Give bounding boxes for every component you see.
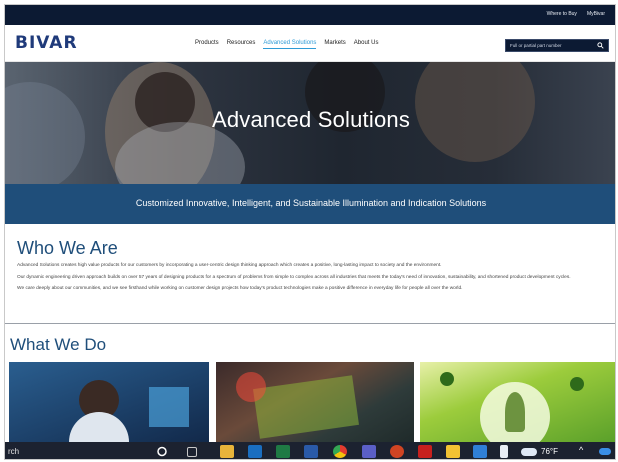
word-icon[interactable] bbox=[304, 445, 318, 458]
acrobat-icon[interactable] bbox=[418, 445, 432, 458]
taskbar-search-text[interactable]: rch bbox=[8, 447, 19, 456]
tagline-band: Customized Innovative, Intelligent, and … bbox=[5, 184, 615, 224]
tagline-text: Customized Innovative, Intelligent, and … bbox=[135, 198, 487, 208]
onedrive-icon[interactable] bbox=[599, 448, 611, 455]
outlook-icon[interactable] bbox=[248, 445, 262, 458]
part-search-box bbox=[505, 39, 609, 52]
teams-icon[interactable] bbox=[362, 445, 376, 458]
where-to-buy-link[interactable]: Where to Buy bbox=[547, 11, 577, 17]
bivar-logo[interactable]: BIVAR bbox=[15, 33, 78, 53]
app-icon[interactable] bbox=[500, 445, 508, 458]
hero-title: Advanced Solutions bbox=[211, 107, 411, 132]
cortana-icon[interactable] bbox=[155, 445, 169, 458]
nav-item-markets[interactable]: Markets bbox=[324, 40, 345, 49]
excel-icon[interactable] bbox=[276, 445, 290, 458]
file-explorer-icon[interactable] bbox=[220, 445, 234, 458]
browser-page: Where to Buy MyBivar BIVAR Products Reso… bbox=[4, 4, 616, 460]
nav-item-products[interactable]: Products bbox=[195, 40, 219, 49]
photos-icon[interactable] bbox=[473, 445, 487, 458]
windows-taskbar: rch 76°F ^ bbox=[5, 442, 615, 459]
service-card-sustainability[interactable] bbox=[420, 362, 615, 442]
search-icon[interactable] bbox=[597, 42, 604, 49]
notes-icon[interactable] bbox=[446, 445, 460, 458]
who-paragraph-2: Our dynamic engineering driven approach … bbox=[17, 274, 571, 280]
main-navigation: BIVAR Products Resources Advanced Soluti… bbox=[5, 25, 615, 62]
what-we-do-heading: What We Do bbox=[10, 335, 107, 354]
service-card-electronics[interactable] bbox=[216, 362, 414, 442]
who-paragraph-1: Advanced Solutions creates high value pr… bbox=[17, 263, 442, 268]
nav-item-about-us[interactable]: About Us bbox=[354, 40, 379, 49]
weather-temperature[interactable]: 76°F bbox=[541, 447, 558, 456]
powerpoint-icon[interactable] bbox=[390, 445, 404, 458]
part-search-input[interactable] bbox=[510, 43, 594, 48]
weather-cloud-icon[interactable] bbox=[521, 448, 537, 456]
who-we-are-heading: Who We Are bbox=[17, 238, 118, 258]
section-divider bbox=[5, 323, 615, 324]
service-card-engineering[interactable] bbox=[9, 362, 209, 442]
hero-banner: Advanced Solutions bbox=[5, 62, 615, 184]
system-tray-chevron-icon[interactable]: ^ bbox=[579, 445, 583, 455]
who-paragraph-3: We care deeply about our communities, an… bbox=[17, 286, 463, 291]
chrome-icon[interactable] bbox=[333, 445, 347, 458]
nav-item-advanced-solutions[interactable]: Advanced Solutions bbox=[263, 40, 317, 49]
who-we-are-section: Who We Are Advanced Solutions creates hi… bbox=[17, 238, 609, 298]
nav-item-resources[interactable]: Resources bbox=[227, 40, 256, 49]
task-view-icon[interactable] bbox=[187, 447, 197, 457]
top-utility-bar: Where to Buy MyBivar bbox=[5, 5, 615, 25]
nav-menu: Products Resources Advanced Solutions Ma… bbox=[195, 40, 378, 49]
mybivar-link[interactable]: MyBivar bbox=[587, 11, 605, 17]
